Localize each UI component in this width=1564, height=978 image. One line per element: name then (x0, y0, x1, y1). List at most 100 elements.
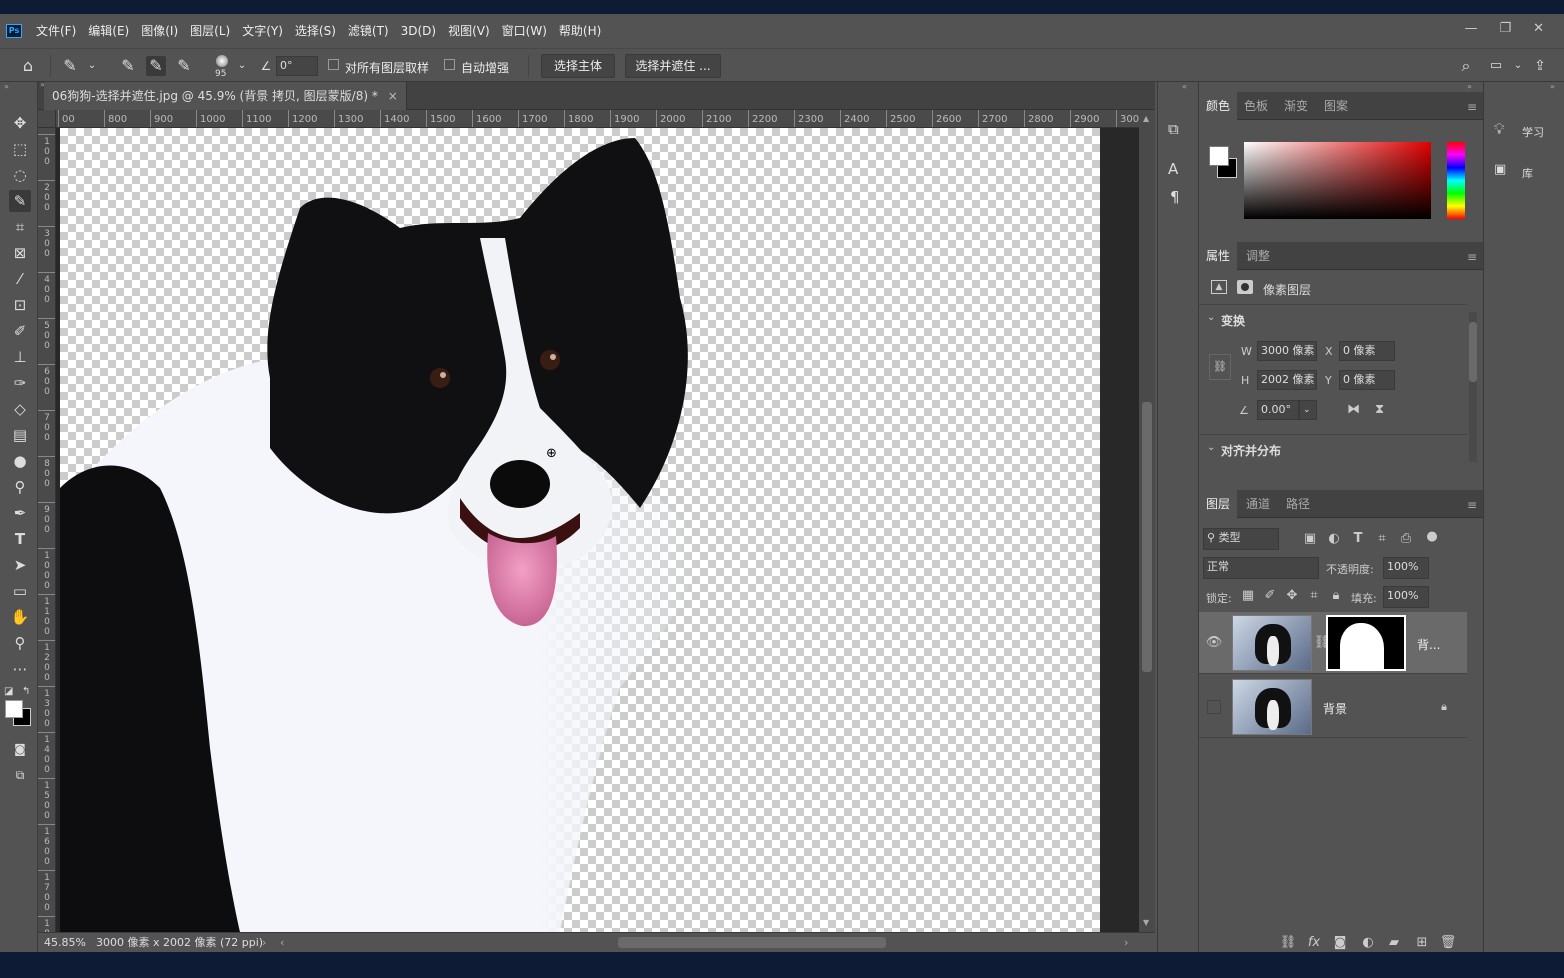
panel-menu-icon[interactable]: ≡ (1467, 498, 1477, 512)
filter-smart-object-icon[interactable]: ⎙ (1397, 530, 1415, 548)
layer-name[interactable]: 背景 (1323, 700, 1347, 717)
quick-mask-icon[interactable]: ◙ (9, 738, 31, 760)
auto-enhance-checkbox[interactable] (444, 59, 455, 70)
lock-position-icon[interactable]: ✥ (1283, 587, 1301, 605)
menu-select[interactable]: 选择(S) (289, 14, 342, 48)
lock-transparent-icon[interactable]: ▦ (1239, 587, 1257, 605)
scroll-down-icon[interactable]: ▼ (1143, 918, 1149, 927)
height-input[interactable]: 2002 像素 (1257, 370, 1317, 390)
learn-label[interactable]: 学习 (1522, 124, 1544, 140)
expand-arrows-icon[interactable]: « (1182, 82, 1187, 91)
flip-vertical-icon[interactable]: ⧗ (1375, 402, 1384, 417)
x-input[interactable]: 0 像素 (1339, 341, 1395, 361)
link-layers-icon[interactable]: ⛓ (1279, 934, 1297, 952)
pixel-layer-icon[interactable]: ▲ (1211, 280, 1227, 294)
document-info[interactable]: 3000 像素 x 2002 像素 (72 ppi) (96, 933, 263, 952)
adjustment-layer-icon[interactable]: ◐ (1359, 934, 1377, 952)
angle-input[interactable]: 0° (276, 56, 318, 76)
chevron-down-icon[interactable]: ⌄ (1207, 312, 1215, 323)
transform-section-title[interactable]: 变换 (1221, 312, 1245, 329)
eye-icon[interactable]: 👁︎ (1205, 634, 1223, 652)
folder-icon[interactable]: ▰ (1385, 934, 1403, 952)
minimize-button[interactable]: — (1464, 14, 1477, 44)
history-brush-tool-icon[interactable]: ✑ (9, 372, 31, 394)
lightbulb-icon[interactable]: 💡︎ (1494, 120, 1505, 138)
vertical-scrollbar[interactable]: ▲ ▼ (1139, 110, 1155, 932)
scroll-left-icon[interactable]: ‹ (280, 933, 284, 952)
subtract-selection-icon[interactable]: ✎ (174, 56, 194, 76)
share-icon[interactable]: ⇪ (1530, 56, 1550, 76)
tab-channels[interactable]: 通道 (1239, 490, 1277, 518)
menu-filter[interactable]: 滤镜(T) (342, 14, 395, 48)
tab-color[interactable]: 颜色 (1199, 92, 1238, 120)
quick-select-preset-icon[interactable]: ✎ (60, 56, 80, 76)
tab-paths[interactable]: 路径 (1279, 490, 1317, 518)
scroll-up-icon[interactable]: ▲ (1143, 114, 1149, 123)
filter-type-icon[interactable]: T (1349, 530, 1367, 548)
workspace-icon[interactable]: ▭ (1486, 56, 1506, 76)
pen-tool-icon[interactable]: ✒ (9, 502, 31, 524)
search-icon[interactable]: ⌕ (1456, 56, 1476, 76)
color-foreground-swatch[interactable] (1209, 146, 1229, 166)
layer-row[interactable]: 背景 🔒︎ (1199, 676, 1467, 738)
blur-tool-icon[interactable]: ● (9, 450, 31, 472)
filter-pixel-icon[interactable]: ▣ (1301, 530, 1319, 548)
tab-layers[interactable]: 图层 (1199, 490, 1238, 518)
visibility-toggle[interactable] (1207, 700, 1221, 714)
collapse-arrows-icon[interactable]: » (1467, 82, 1472, 91)
close-button[interactable]: ✕ (1533, 14, 1544, 44)
y-input[interactable]: 0 像素 (1339, 370, 1395, 390)
libraries-label[interactable]: 库 (1522, 165, 1533, 181)
new-selection-icon[interactable]: ✎ (118, 56, 138, 76)
horizontal-scroll-thumb[interactable] (618, 937, 886, 948)
lock-artboard-icon[interactable]: ⌗ (1305, 587, 1323, 605)
menu-view[interactable]: 视图(V) (442, 14, 496, 48)
rotation-input[interactable]: 0.00° (1257, 400, 1299, 420)
chevron-down-icon[interactable]: ⌄ (1299, 400, 1317, 420)
chevron-down-icon[interactable]: ⌄ (1508, 56, 1528, 76)
healing-brush-tool-icon[interactable]: ⊡ (9, 294, 31, 316)
chevron-down-icon[interactable]: ⌄ (82, 56, 102, 76)
fx-icon[interactable]: fx (1305, 934, 1323, 952)
marquee-tool-icon[interactable]: ⬚ (9, 138, 31, 160)
scroll-right-icon[interactable]: › (1124, 933, 1128, 952)
tab-gradients[interactable]: 渐变 (1277, 92, 1315, 120)
libraries-icon[interactable]: ▣ (1494, 162, 1506, 177)
layer-mask-thumbnail[interactable] (1326, 615, 1406, 671)
add-to-selection-icon[interactable]: ✎ (146, 56, 166, 76)
brush-tool-icon[interactable]: ✐ (9, 320, 31, 342)
link-dimensions-icon[interactable]: ⛓ (1209, 354, 1231, 380)
dodge-tool-icon[interactable]: ⚲ (9, 476, 31, 498)
width-input[interactable]: 3000 像素 (1257, 341, 1317, 361)
layer-row[interactable]: 👁︎ ⛓ 背... (1199, 612, 1467, 674)
sample-all-layers-checkbox[interactable] (328, 59, 339, 70)
zoom-tool-icon[interactable]: ⚲ (9, 632, 31, 654)
menu-3d[interactable]: 3D(D) (395, 14, 442, 48)
new-layer-icon[interactable]: ⊞ (1413, 934, 1431, 952)
menu-window[interactable]: 窗口(W) (496, 14, 553, 48)
tab-properties[interactable]: 属性 (1199, 242, 1238, 270)
layer-thumbnail[interactable] (1232, 679, 1312, 735)
lasso-tool-icon[interactable]: ◌ (9, 164, 31, 186)
zoom-level[interactable]: 45.85% (44, 933, 86, 952)
menu-edit[interactable]: 编辑(E) (82, 14, 135, 48)
chevron-right-icon[interactable]: › (262, 933, 266, 952)
menu-layer[interactable]: 图层(L) (184, 14, 236, 48)
filter-adjustment-icon[interactable]: ◐ (1325, 530, 1343, 548)
default-colors-icon[interactable]: ◪ (4, 686, 13, 697)
eyedropper-tool-icon[interactable]: ⁄ (9, 268, 31, 290)
move-tool-icon[interactable]: ✥ (9, 112, 31, 134)
rectangle-tool-icon[interactable]: ▭ (9, 580, 31, 602)
fill-input[interactable]: 100% (1383, 586, 1429, 608)
properties-scrollbar[interactable] (1469, 312, 1477, 462)
ruler-origin[interactable] (38, 110, 56, 128)
document-canvas[interactable]: ⊕ (60, 128, 1100, 932)
layer-thumbnail[interactable] (1232, 615, 1312, 671)
trash-icon[interactable]: 🗑︎ (1439, 934, 1457, 952)
align-section-title[interactable]: 对齐并分布 (1221, 442, 1281, 459)
flip-horizontal-icon[interactable]: ⧓ (1347, 402, 1360, 417)
home-icon[interactable]: ⌂ (18, 56, 38, 76)
menu-help[interactable]: 帮助(H) (553, 14, 607, 48)
more-tools-icon[interactable]: ⋯ (9, 658, 31, 680)
lock-all-icon[interactable]: 🔒︎ (1327, 587, 1345, 605)
